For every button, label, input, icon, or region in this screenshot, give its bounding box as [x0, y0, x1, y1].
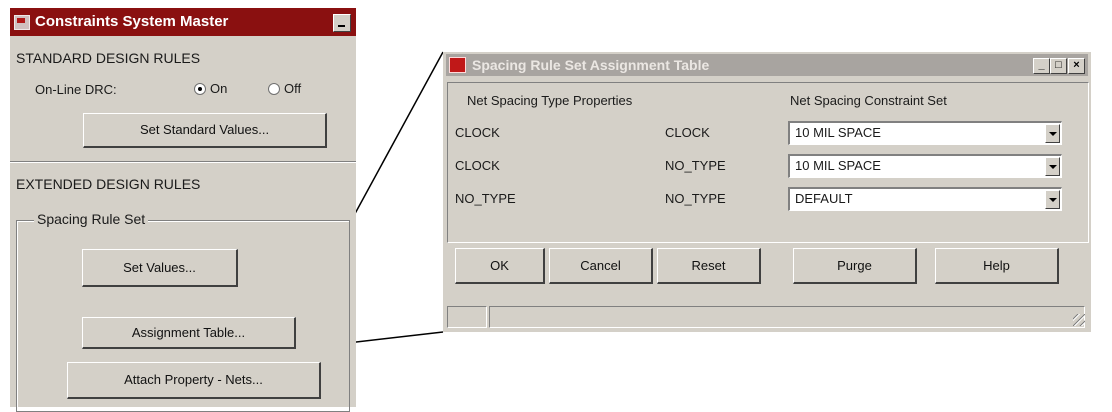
assignment-table-button[interactable]: Assignment Table... [82, 317, 296, 349]
master-title: Constraints System Master [35, 13, 229, 30]
online-drc-label: On-Line DRC: [35, 82, 117, 97]
assignment-table-dialog: Spacing Rule Set Assignment Table _ □ × … [443, 52, 1091, 332]
type-b-cell: NO_TYPE [665, 158, 726, 173]
assignment-table: Net Spacing Type Properties Net Spacing … [447, 82, 1089, 243]
section-divider [10, 161, 356, 163]
drc-on-label: On [210, 81, 228, 96]
help-button[interactable]: Help [935, 248, 1059, 284]
drc-on-radio[interactable] [194, 83, 206, 95]
minimize-button[interactable]: _ [1033, 58, 1050, 74]
resize-grip-icon[interactable] [1073, 314, 1085, 326]
set-standard-values-button[interactable]: Set Standard Values... [83, 113, 327, 148]
constraint-select-value: 10 MIL SPACE [795, 125, 881, 140]
drc-off-label: Off [284, 81, 302, 96]
type-a-cell: CLOCK [455, 125, 500, 140]
drc-off-radio[interactable] [268, 83, 280, 95]
chevron-down-icon[interactable] [1045, 157, 1060, 176]
attach-property-nets-button[interactable]: Attach Property - Nets... [67, 362, 321, 399]
close-button[interactable]: × [1068, 58, 1085, 74]
constraint-select[interactable]: DEFAULT [788, 187, 1062, 211]
constraint-select-value: DEFAULT [795, 191, 853, 206]
type-b-cell: NO_TYPE [665, 191, 726, 206]
status-pane [489, 306, 1085, 328]
net-spacing-constraint-set-header: Net Spacing Constraint Set [790, 93, 947, 108]
constraint-select-value: 10 MIL SPACE [795, 158, 881, 173]
standard-design-rules-heading: STANDARD DESIGN RULES [16, 50, 201, 66]
set-values-button[interactable]: Set Values... [82, 249, 238, 287]
purge-button[interactable]: Purge [793, 248, 917, 284]
net-spacing-type-properties-header: Net Spacing Type Properties [467, 93, 633, 108]
constraints-system-master-panel: Constraints System Master STANDARD DESIG… [10, 8, 356, 412]
extended-design-rules-heading: EXTENDED DESIGN RULES [16, 176, 201, 192]
status-pane [447, 306, 487, 328]
reset-button[interactable]: Reset [657, 248, 761, 284]
app-icon [449, 57, 466, 73]
maximize-button[interactable]: □ [1050, 58, 1067, 74]
chevron-down-icon[interactable] [1045, 124, 1060, 143]
constraint-select[interactable]: 10 MIL SPACE [788, 121, 1062, 145]
constraint-select[interactable]: 10 MIL SPACE [788, 154, 1062, 178]
ok-button[interactable]: OK [455, 248, 545, 284]
dialog-title: Spacing Rule Set Assignment Table [472, 57, 710, 73]
spacing-rule-set-label: Spacing Rule Set [34, 211, 149, 227]
minimize-button[interactable] [333, 14, 351, 32]
chevron-down-icon[interactable] [1045, 190, 1060, 209]
type-b-cell: CLOCK [665, 125, 710, 140]
master-titlebar[interactable]: Constraints System Master [10, 8, 356, 36]
type-a-cell: CLOCK [455, 158, 500, 173]
app-icon [14, 15, 30, 30]
dialog-titlebar[interactable]: Spacing Rule Set Assignment Table _ □ × [446, 54, 1088, 76]
cancel-button[interactable]: Cancel [549, 248, 653, 284]
type-a-cell: NO_TYPE [455, 191, 516, 206]
status-bar [447, 306, 1087, 328]
